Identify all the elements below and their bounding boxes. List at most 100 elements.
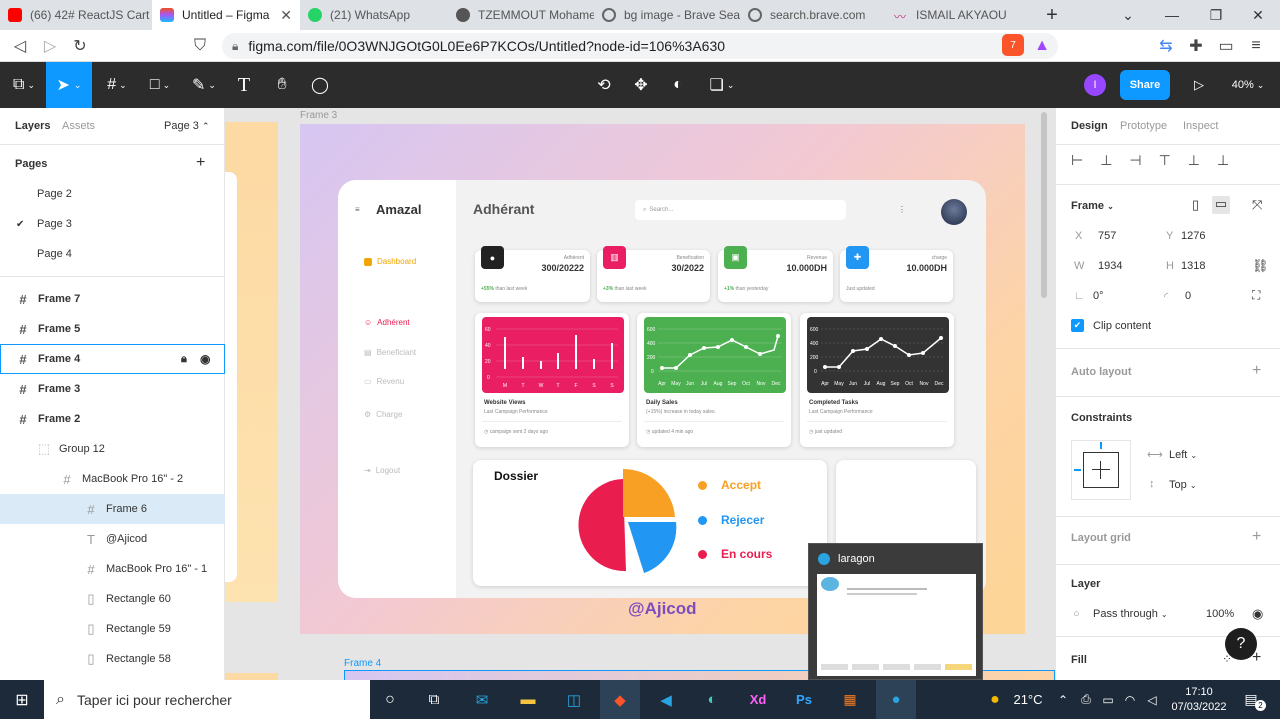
- scrollbar[interactable]: [1041, 112, 1047, 298]
- xd-icon[interactable]: Xd: [738, 680, 778, 719]
- shape-tool-icon[interactable]: □ ⌄: [142, 62, 178, 108]
- opacity-field[interactable]: 100%: [1206, 608, 1234, 620]
- left-constraint-dropdown[interactable]: Left ⌄: [1169, 449, 1197, 461]
- cortana-icon[interactable]: ○: [372, 680, 408, 719]
- meet-icon[interactable]: ⎙: [1076, 680, 1096, 719]
- layer-row[interactable]: # Frame 5: [0, 314, 225, 344]
- help-button[interactable]: ?: [1225, 628, 1257, 660]
- add-auto-layout-icon[interactable]: +: [1252, 362, 1261, 380]
- eye-icon[interactable]: ◉: [1252, 606, 1263, 622]
- tab-layers[interactable]: Layers: [15, 120, 50, 132]
- share-button[interactable]: Share: [1120, 70, 1170, 100]
- maximize-button[interactable]: ❐: [1194, 0, 1238, 30]
- boolean-icon[interactable]: ❏ ⌄: [702, 62, 742, 108]
- zoom-dropdown[interactable]: 40% ⌄: [1226, 62, 1270, 108]
- top-constraint-dropdown[interactable]: Top ⌄: [1169, 479, 1197, 491]
- instance-icon[interactable]: ✥: [627, 62, 655, 108]
- width-field[interactable]: 1934: [1098, 260, 1122, 272]
- page-item[interactable]: Page 4: [0, 239, 225, 269]
- y-field[interactable]: 1276: [1181, 230, 1205, 242]
- constrain-proportions-icon[interactable]: ⛓︎: [1252, 258, 1269, 274]
- brave-shields-icon[interactable]: 7: [1002, 34, 1024, 56]
- close-window-button[interactable]: ✕: [1236, 0, 1280, 30]
- page-item[interactable]: ✔ Page 3: [0, 209, 225, 239]
- tab-profile[interactable]: TZEMMOUT Mohamed: [448, 0, 594, 30]
- layer-row[interactable]: # Frame 7: [0, 284, 225, 314]
- winrar-icon[interactable]: ▦: [830, 680, 870, 719]
- layer-row[interactable]: # Frame 2: [0, 404, 225, 434]
- edge-icon[interactable]: ◐: [692, 680, 732, 719]
- wallet-icon[interactable]: ▭: [1216, 36, 1236, 56]
- eye-icon[interactable]: ◉: [200, 352, 210, 366]
- forward-button[interactable]: ▷: [40, 36, 60, 56]
- height-field[interactable]: 1318: [1181, 260, 1205, 272]
- tab-search-brave[interactable]: search.brave.com: [740, 0, 886, 30]
- add-page-icon[interactable]: +: [196, 154, 205, 172]
- minimize-button[interactable]: —: [1150, 0, 1194, 30]
- frame4-label[interactable]: Frame 4: [344, 658, 381, 669]
- volume-icon[interactable]: ◁: [1142, 680, 1162, 719]
- tab-brave-search[interactable]: bg image - Brave Sear: [594, 0, 740, 30]
- pen-tool-icon[interactable]: ✎ ⌄: [186, 62, 222, 108]
- windows-start-icon[interactable]: ⊞: [0, 680, 44, 719]
- component-icon[interactable]: ⟲: [590, 62, 618, 108]
- clock[interactable]: 17:10 07/03/2022: [1166, 680, 1232, 719]
- layer-row[interactable]: ⬚ Group 12: [0, 434, 225, 464]
- extensions-icon[interactable]: ✚: [1186, 36, 1206, 56]
- text-tool-icon[interactable]: T: [230, 62, 258, 108]
- add-layout-grid-icon[interactable]: +: [1252, 528, 1261, 546]
- wifi-icon[interactable]: ◠: [1120, 680, 1140, 719]
- frame-dropdown[interactable]: Frame ⌄: [1071, 200, 1114, 212]
- comment-tool-icon[interactable]: ◯: [306, 62, 334, 108]
- battery-icon[interactable]: ▭: [1098, 680, 1118, 719]
- portrait-icon[interactable]: ▯: [1192, 197, 1199, 213]
- laragon-preview[interactable]: laragon: [808, 543, 983, 680]
- tab-figma[interactable]: Untitled – Figma ✕: [152, 0, 300, 30]
- layer-row-hover[interactable]: # Frame 4 🔒︎ ◉: [0, 344, 225, 374]
- tab-youtube[interactable]: (66) 42# ReactJS Cart F: [0, 0, 152, 30]
- layer-row[interactable]: T @Ajicod: [0, 524, 225, 554]
- clip-content-checkbox[interactable]: ✔: [1071, 319, 1084, 332]
- lock-icon[interactable]: 🔒︎: [181, 353, 187, 366]
- rotation-field[interactable]: 0°: [1093, 290, 1104, 302]
- frame-label[interactable]: Frame 3: [300, 110, 337, 121]
- translate-icon[interactable]: ⇆: [1156, 36, 1176, 56]
- frame-tool-icon[interactable]: # ⌄: [100, 62, 134, 108]
- address-bar[interactable]: 🔒︎ figma.com/file/0O3WNJGOtG0L0Ee6P7KCOs…: [222, 33, 1058, 59]
- file-explorer-icon[interactable]: ▬: [510, 680, 546, 719]
- reload-button[interactable]: ↻: [70, 36, 90, 56]
- radius-field[interactable]: 0: [1185, 290, 1191, 302]
- bookmark-icon[interactable]: ⛉: [190, 36, 210, 56]
- tab-prototype[interactable]: Prototype: [1120, 120, 1167, 132]
- blend-mode-dropdown[interactable]: Pass through ⌄: [1093, 608, 1168, 620]
- back-button[interactable]: ◁: [10, 36, 30, 56]
- taskbar-search[interactable]: ⌕ Taper ici pour rechercher: [44, 680, 370, 719]
- brave-rewards-icon[interactable]: ▲: [1032, 36, 1052, 56]
- layer-row-selected[interactable]: # Frame 6: [0, 494, 225, 524]
- menu-icon[interactable]: ≡: [1246, 36, 1266, 56]
- tab-inspect[interactable]: Inspect: [1183, 120, 1218, 132]
- layer-row[interactable]: # MacBook Pro 16" - 1: [0, 554, 225, 584]
- store-icon[interactable]: ◫: [556, 680, 592, 719]
- task-view-icon[interactable]: ⧉: [416, 680, 452, 719]
- notifications-icon[interactable]: ▤ 2: [1236, 680, 1266, 719]
- page-selector[interactable]: Page 3 ⌃: [164, 120, 209, 132]
- figma-menu-icon[interactable]: ⧉ ⌄: [6, 62, 42, 108]
- x-field[interactable]: 757: [1098, 230, 1116, 242]
- layer-row[interactable]: # Frame 3: [0, 374, 225, 404]
- align-tools[interactable]: ⊢⊥⊣⊤⊥⊥: [1071, 152, 1246, 169]
- mail-icon[interactable]: ✉: [464, 680, 500, 719]
- page-item[interactable]: Page 2: [0, 179, 225, 209]
- layer-row[interactable]: # MacBook Pro 16" - 2: [0, 464, 225, 494]
- user-avatar[interactable]: I: [1084, 74, 1106, 96]
- tab-design[interactable]: Design: [1071, 120, 1108, 132]
- layer-row[interactable]: ▯ Rectangle 59: [0, 614, 225, 644]
- chevron-up-icon[interactable]: ⌃: [1054, 680, 1072, 719]
- laragon-icon[interactable]: ●: [876, 680, 916, 719]
- design-canvas[interactable]: Frame 3 ≡ Amazal Dashboard ☺ Adhérent ▤ Be…: [225, 108, 1055, 680]
- tab-ismail[interactable]: 〰 ISMAIL AKYAOU: [886, 0, 1032, 30]
- tab-search-button[interactable]: ⌄: [1106, 0, 1150, 30]
- move-tool-icon[interactable]: ➤ ⌄: [46, 62, 92, 108]
- present-icon[interactable]: ▷: [1188, 62, 1210, 108]
- layer-row[interactable]: ▯ Rectangle 58: [0, 644, 225, 674]
